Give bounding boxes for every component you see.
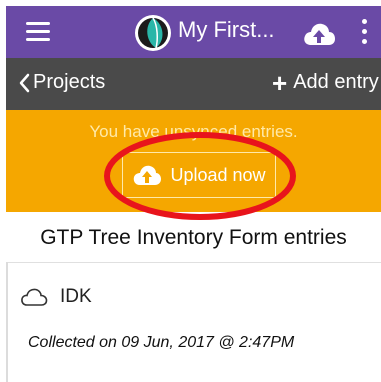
entry-header: IDK	[20, 286, 92, 308]
cloud-upload-icon[interactable]	[302, 21, 336, 47]
plus-icon: +	[272, 67, 288, 98]
hamburger-menu-icon[interactable]	[26, 22, 50, 42]
back-link-label: Projects	[33, 71, 106, 93]
add-entry-button[interactable]: + Add entry	[272, 67, 379, 98]
entry-collected-date: Collected on 09 Jun, 2017 @ 2:47PM	[28, 334, 295, 351]
divider	[6, 262, 8, 382]
app-title: My First...	[178, 17, 275, 42]
section-title: GTP Tree Inventory Form entries	[6, 214, 381, 263]
app-bar: My First...	[6, 6, 381, 58]
entry-name: IDK	[60, 286, 92, 307]
add-entry-label: Add entry	[293, 71, 379, 93]
app-logo	[135, 15, 171, 51]
cloud-outline-icon	[21, 288, 48, 306]
back-to-projects-link[interactable]: Projects	[18, 71, 105, 94]
app-screen: My First... Projects + Add entry You hav…	[6, 0, 381, 382]
highlight-annotation-oval	[104, 132, 296, 220]
chevron-left-icon	[19, 73, 30, 92]
more-vertical-icon[interactable]	[359, 19, 369, 45]
sub-navigation-bar: Projects + Add entry	[6, 58, 381, 110]
list-item[interactable]: IDK Collected on 09 Jun, 2017 @ 2:47PM	[6, 268, 381, 380]
